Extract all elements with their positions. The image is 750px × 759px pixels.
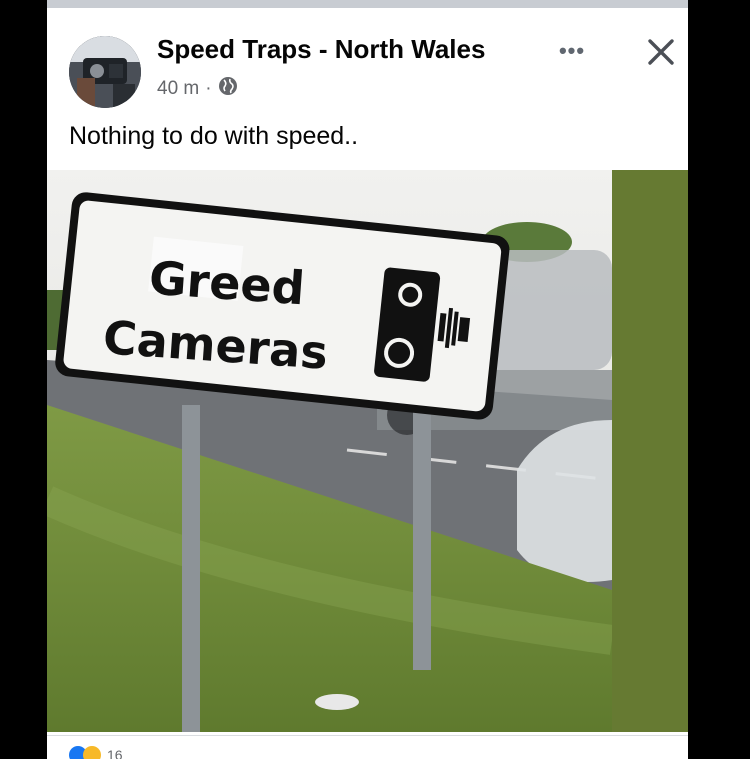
reactions-summary[interactable]: 16: [69, 746, 123, 759]
page-avatar[interactable]: [69, 36, 141, 108]
road-sign-photo: [47, 170, 688, 732]
sign-line-greed: Greed: [147, 250, 307, 316]
feed-divider: [47, 0, 688, 8]
globe-icon[interactable]: [218, 76, 238, 102]
post-footer: 16: [47, 735, 688, 759]
meta-separator: ·: [205, 78, 212, 99]
post-photo[interactable]: Greed Cameras: [47, 170, 688, 732]
post-time[interactable]: 40 m: [157, 78, 199, 100]
post-text: Nothing to do with speed..: [69, 122, 359, 150]
post-card: Speed Traps - North Wales 40 m · ••• Not…: [47, 0, 688, 759]
close-icon[interactable]: [643, 34, 679, 70]
post-meta: 40 m ·: [157, 76, 238, 102]
more-options-button[interactable]: •••: [552, 38, 592, 68]
reaction-count: 16: [107, 747, 123, 759]
post-header: Speed Traps - North Wales 40 m · •••: [47, 8, 688, 108]
page-name-link[interactable]: Speed Traps - North Wales: [157, 34, 485, 65]
haha-reaction-icon: [83, 746, 101, 759]
